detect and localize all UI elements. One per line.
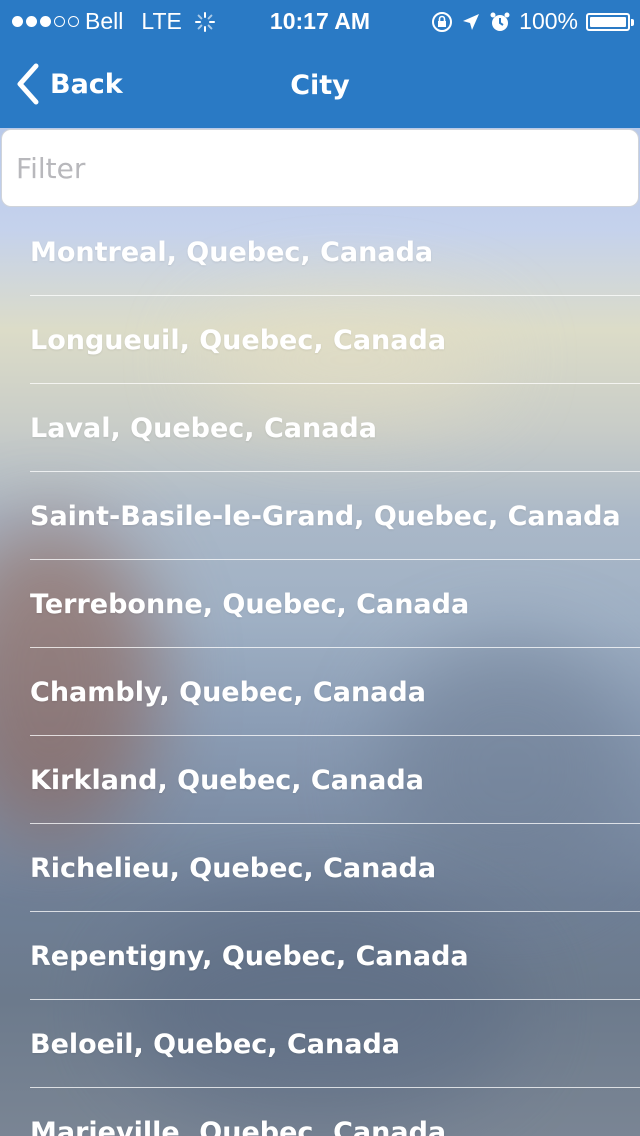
city-label: Kirkland, Quebec, Canada <box>30 764 424 796</box>
city-label: Repentigny, Quebec, Canada <box>30 940 469 972</box>
battery-percent: 100% <box>519 8 578 34</box>
list-item[interactable]: Richelieu, Quebec, Canada <box>0 824 640 912</box>
list-item[interactable]: Kirkland, Quebec, Canada <box>0 736 640 824</box>
battery-icon <box>586 12 634 31</box>
list-item[interactable]: Longueuil, Quebec, Canada <box>0 296 640 384</box>
alarm-clock-icon <box>490 12 510 31</box>
list-item[interactable]: Chambly, Quebec, Canada <box>0 648 640 736</box>
list-item[interactable]: Marieville, Quebec, Canada <box>0 1088 640 1136</box>
list-item[interactable]: Montreal, Quebec, Canada <box>0 208 640 296</box>
city-list: Montreal, Quebec, Canada Longueuil, Quebe… <box>0 208 640 1136</box>
city-label: Saint-Basile-le-Grand, Quebec, Canada <box>30 500 621 532</box>
rotation-lock-icon <box>432 11 453 32</box>
status-bar: Bell LTE 10:17 AM 100% <box>0 0 640 40</box>
screen: Bell LTE 10:17 AM 100% Back City Filter … <box>0 0 640 1136</box>
city-label: Montreal, Quebec, Canada <box>30 236 434 268</box>
list-item[interactable]: Beloeil, Quebec, Canada <box>0 1000 640 1088</box>
list-item[interactable]: Laval, Quebec, Canada <box>0 384 640 472</box>
navigation-bar: Back City <box>0 40 640 128</box>
city-label: Laval, Quebec, Canada <box>30 412 377 444</box>
city-label: Beloeil, Quebec, Canada <box>30 1028 400 1060</box>
list-item[interactable]: Repentigny, Quebec, Canada <box>0 912 640 1000</box>
city-label: Terrebonne, Quebec, Canada <box>30 588 470 620</box>
page-title: City <box>290 70 350 101</box>
filter-input[interactable] <box>1 129 639 207</box>
list-item[interactable]: Saint-Basile-le-Grand, Quebec, Canada <box>0 472 640 560</box>
location-arrow-icon <box>463 13 480 30</box>
status-right: 100% <box>431 8 634 35</box>
list-item[interactable]: Terrebonne, Quebec, Canada <box>0 560 640 648</box>
city-label: Longueuil, Quebec, Canada <box>30 324 447 356</box>
city-label: Richelieu, Quebec, Canada <box>30 852 437 884</box>
filter-bar <box>0 128 640 208</box>
city-label: Chambly, Quebec, Canada <box>30 676 426 708</box>
city-label: Marieville, Quebec, Canada <box>30 1116 447 1136</box>
